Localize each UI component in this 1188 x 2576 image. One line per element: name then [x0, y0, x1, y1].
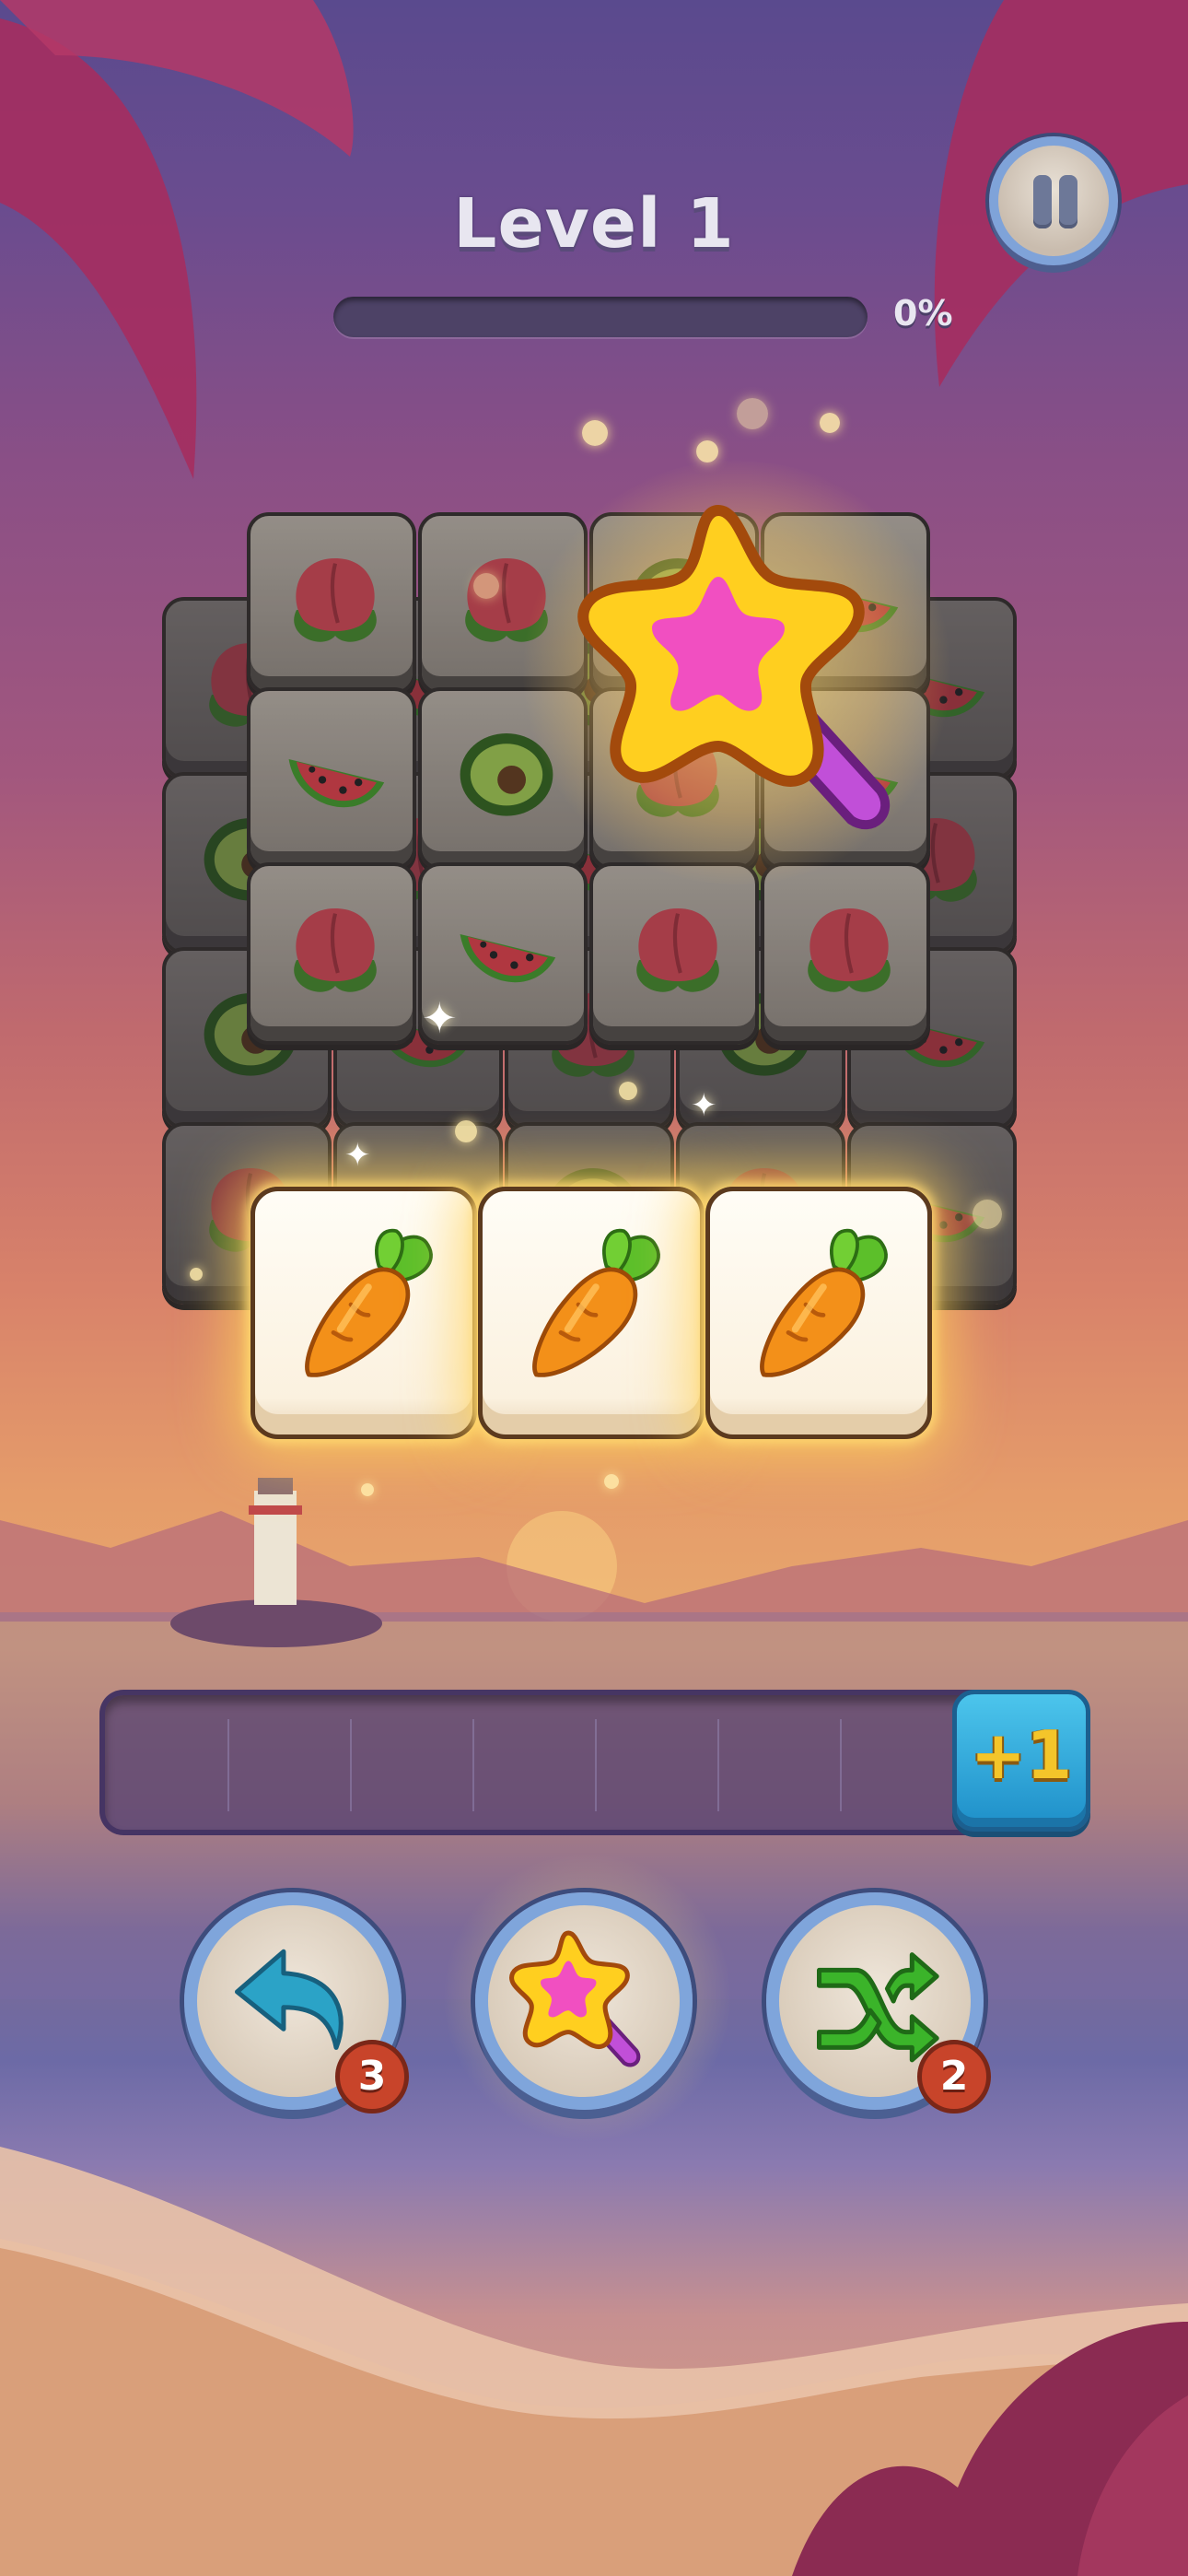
light-dot: [473, 573, 499, 599]
light-dot: [619, 1082, 637, 1100]
light-dot: [582, 420, 608, 446]
extra-slot-label: +1: [970, 1716, 1073, 1794]
sparkle-icon: ✦: [691, 1087, 717, 1124]
tile-shade: [250, 691, 413, 866]
undo-button[interactable]: 3: [184, 1892, 409, 2113]
tile-peach[interactable]: [761, 862, 930, 1045]
carrot-icon: [508, 1217, 683, 1392]
magic-wand-icon: [562, 488, 949, 857]
carrot-icon: [736, 1217, 911, 1392]
tile-shade: [764, 866, 926, 1041]
carrot-icon: [281, 1217, 456, 1392]
tile-carrot-selected[interactable]: [478, 1187, 705, 1439]
light-dot: [190, 1268, 203, 1281]
tray-slot-divider: [350, 1719, 352, 1811]
light-dot: [737, 398, 768, 429]
tray-slot-divider: [717, 1719, 719, 1811]
shuffle-button[interactable]: 2: [766, 1892, 991, 2113]
sparkle-icon: ✦: [344, 1137, 371, 1174]
extra-slot-button[interactable]: +1: [952, 1690, 1090, 1832]
tile-shade: [250, 516, 413, 691]
undo-count-badge: 3: [335, 2040, 409, 2113]
tile-peach[interactable]: [247, 512, 416, 695]
tile-shade: [593, 866, 755, 1041]
game-screen: Level 1 0% ✦ ✦ ✦ +1 3 2: [0, 0, 1188, 2576]
light-dot: [455, 1120, 477, 1142]
light-dot: [696, 440, 718, 463]
tray-slot-divider: [840, 1719, 842, 1811]
tile-carrot-selected[interactable]: [250, 1187, 477, 1439]
light-dot: [361, 1483, 374, 1496]
light-dot: [604, 1474, 619, 1489]
light-dot: [973, 1200, 1002, 1229]
sparkle-icon: ✦: [422, 993, 458, 1043]
tray-slot-divider: [227, 1719, 229, 1811]
tray-slot-divider: [472, 1719, 474, 1811]
tile-carrot-selected[interactable]: [705, 1187, 932, 1439]
tile-peach[interactable]: [247, 862, 416, 1045]
magic-wand-button[interactable]: [475, 1892, 693, 2110]
tile-tray: [99, 1690, 1020, 1835]
light-dot: [820, 413, 840, 433]
shuffle-count-badge: 2: [917, 2040, 991, 2113]
magic-wand-icon: [507, 1924, 661, 2078]
tile-shade: [250, 866, 413, 1041]
tile-peach[interactable]: [589, 862, 759, 1045]
tile-melon[interactable]: [247, 687, 416, 870]
tray-slot-divider: [595, 1719, 597, 1811]
